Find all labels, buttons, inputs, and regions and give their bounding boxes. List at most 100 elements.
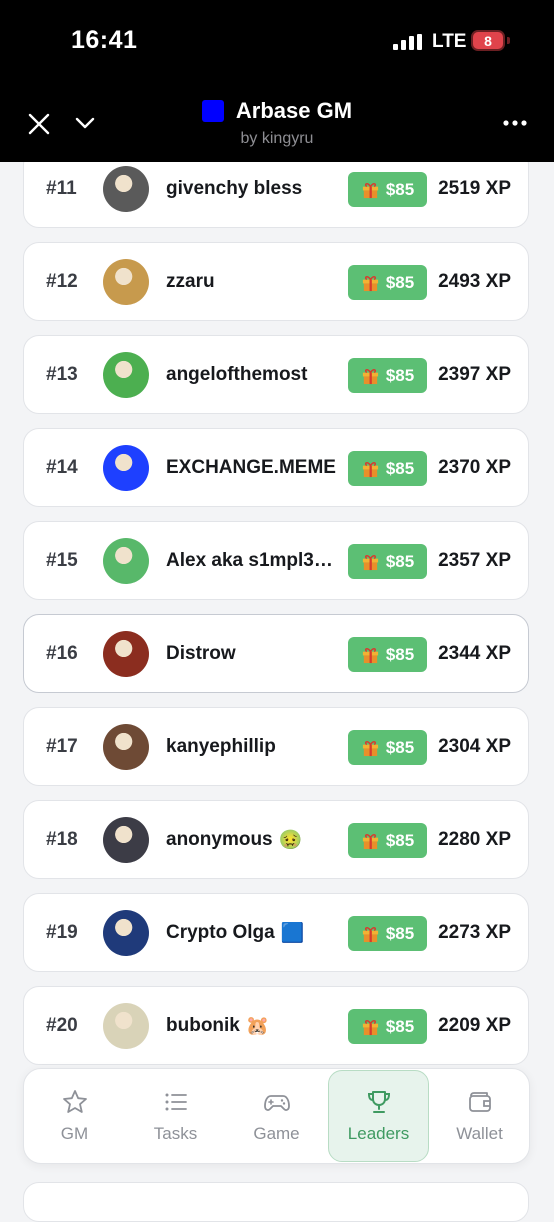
leaderboard-row[interactable]: #19 Crypto Olga 🟦 $85 2273 XP [23, 893, 529, 972]
rank-number: #15 [46, 549, 78, 571]
reward-amount: $85 [385, 551, 415, 571]
name-emoji: 🤢 [278, 829, 303, 851]
xp-score: 2209 XP [438, 1014, 511, 1036]
leaderboard-row[interactable]: #20 bubonik 🐹 $85 2209 XP [23, 986, 529, 1065]
user-name: Crypto Olga 🟦 [166, 894, 336, 971]
leaderboard-row[interactable]: #16 Distrow $85 2344 XP [23, 614, 529, 693]
user-name: kanyephillip [166, 708, 336, 785]
user-name-text: Alex aka s1mpl3… [166, 549, 333, 571]
user-name-text: kanyephillip [166, 735, 276, 757]
avatar [103, 445, 149, 491]
reward-amount: $85 [385, 272, 415, 292]
leaderboard-list[interactable]: #11 givenchy bless $85 2519 XP #12 zzaru $85 24… [0, 162, 554, 1200]
status-time: 16:41 [71, 26, 138, 54]
list-item-peek [23, 1182, 529, 1222]
app-title-block: Arbase GM by kingyru [0, 98, 554, 148]
nav-label-leaders: Leaders [347, 1124, 410, 1143]
app-subtitle: by kingyru [240, 130, 314, 147]
reward-amount: $85 [385, 830, 415, 850]
xp-score: 2397 XP [438, 363, 511, 385]
leaderboard-row[interactable]: #11 givenchy bless $85 2519 XP [23, 162, 529, 228]
nav-wallet[interactable]: Wallet [429, 1069, 530, 1163]
avatar [103, 538, 149, 584]
nav-game[interactable]: Game [226, 1069, 327, 1163]
app-title-text: Arbase GM [235, 98, 353, 123]
trophy-icon [367, 1091, 390, 1113]
rank-number: #18 [46, 828, 78, 850]
user-name: Distrow [166, 615, 336, 692]
reward-amount: $85 [385, 365, 415, 385]
wallet-icon [468, 1092, 491, 1112]
leaderboard-row[interactable]: #15 Alex aka s1mpl3… $85 2357 XP [23, 521, 529, 600]
reward-amount: $85 [385, 1016, 415, 1036]
xp-score: 2357 XP [438, 549, 511, 571]
battery-level: 8 [484, 32, 492, 49]
leaderboard-row[interactable]: #13 angelofthemost $85 2397 XP [23, 335, 529, 414]
leaderboard-row[interactable]: #17 kanyephillip $85 2304 XP [23, 707, 529, 786]
rank-number: #11 [46, 177, 77, 199]
user-name-text: anonymous [166, 828, 273, 850]
avatar [103, 724, 149, 770]
rank-number: #17 [46, 735, 78, 757]
gift-icon [362, 927, 378, 943]
user-name: angelofthemost [166, 336, 336, 413]
name-emoji: 🟦 [280, 922, 305, 944]
leaderboard-row[interactable]: #14 EXCHANGE.MEME $85 2370 XP [23, 428, 529, 507]
bottom-nav: GM Tasks Game Leaders Wallet [23, 1068, 530, 1164]
xp-score: 2370 XP [438, 456, 511, 478]
battery-cap [507, 37, 510, 44]
rank-number: #12 [46, 270, 78, 292]
nav-label-game: Game [253, 1124, 300, 1143]
star-icon [62, 1090, 87, 1113]
rank-number: #14 [46, 456, 78, 478]
nav-label-tasks: Tasks [153, 1124, 198, 1143]
user-name-text: EXCHANGE.MEME [166, 456, 336, 478]
gift-icon [362, 369, 378, 385]
rank-number: #19 [46, 921, 78, 943]
gift-icon [362, 276, 378, 292]
user-name-text: bubonik [166, 1014, 240, 1036]
user-name-text: zzaru [166, 270, 215, 292]
user-name: EXCHANGE.MEME [166, 429, 336, 506]
reward-badge: $85 [348, 265, 427, 300]
gift-icon [362, 462, 378, 478]
nav-label-wallet: Wallet [456, 1124, 503, 1143]
xp-score: 2344 XP [438, 642, 511, 664]
list-icon [165, 1093, 187, 1111]
reward-badge: $85 [348, 451, 427, 486]
reward-badge: $85 [348, 1009, 427, 1044]
reward-amount: $85 [385, 644, 415, 664]
nav-tasks[interactable]: Tasks [125, 1069, 226, 1163]
name-emoji: 🐹 [245, 1015, 270, 1037]
status-bar: 16:41 LTE 8 [0, 0, 554, 82]
battery-icon: 8 [471, 30, 505, 51]
more-icon[interactable] [500, 114, 530, 132]
gift-icon [362, 648, 378, 664]
user-name-text: Distrow [166, 642, 236, 664]
avatar [103, 631, 149, 677]
signal-icon [393, 34, 422, 50]
reward-amount: $85 [385, 923, 415, 943]
user-name-text: givenchy bless [166, 177, 303, 199]
nav-gm[interactable]: GM [24, 1069, 125, 1163]
gift-icon [362, 741, 378, 757]
app-header: Arbase GM by kingyru [0, 82, 554, 162]
nav-leaders[interactable]: Leaders [328, 1070, 429, 1162]
reward-amount: $85 [385, 458, 415, 478]
rank-number: #16 [46, 642, 78, 664]
xp-score: 2280 XP [438, 828, 511, 850]
app-title: Arbase GM [201, 98, 353, 124]
user-name: Alex aka s1mpl3… [166, 522, 336, 599]
reward-badge: $85 [348, 823, 427, 858]
user-name-text: Crypto Olga [166, 921, 275, 943]
reward-badge: $85 [348, 172, 427, 207]
gift-icon [362, 834, 378, 850]
leaderboard-row[interactable]: #12 zzaru $85 2493 XP [23, 242, 529, 321]
user-name: zzaru [166, 243, 336, 320]
leaderboard-row[interactable]: #18 anonymous 🤢 $85 2280 XP [23, 800, 529, 879]
reward-amount: $85 [385, 179, 415, 199]
rank-number: #13 [46, 363, 78, 385]
app-logo [201, 100, 224, 122]
xp-score: 2519 XP [438, 177, 511, 199]
reward-amount: $85 [385, 737, 415, 757]
